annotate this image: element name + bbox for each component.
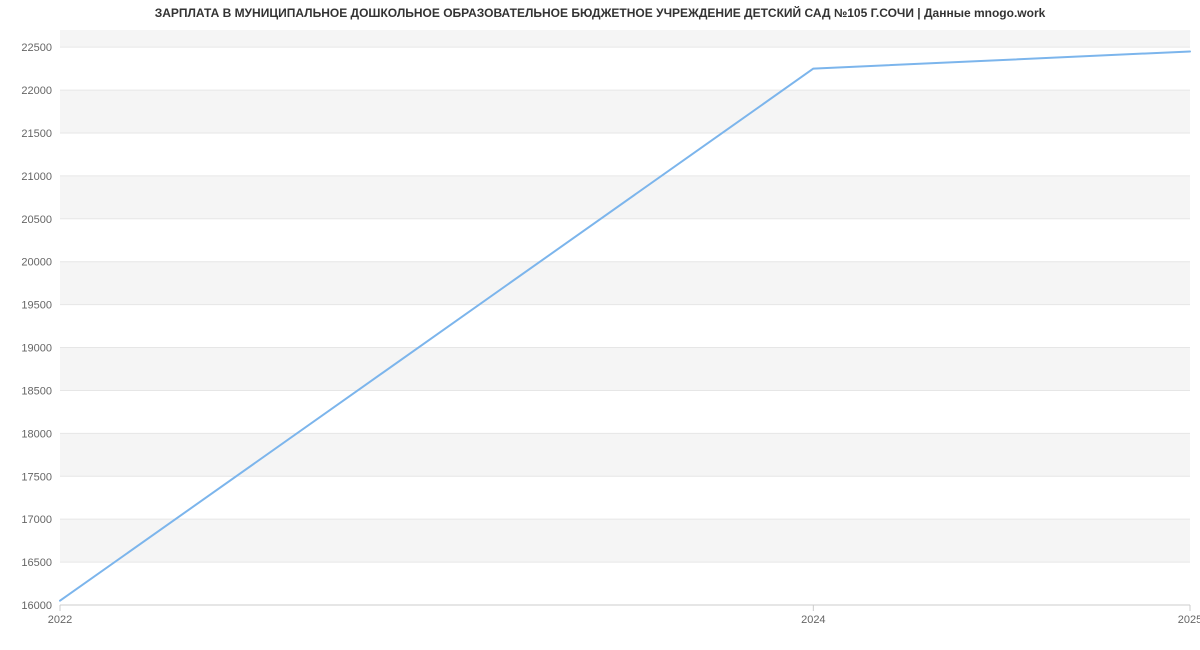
series-line [60, 51, 1190, 600]
y-tick-label: 17500 [21, 471, 52, 483]
grid-band [60, 176, 1190, 219]
grid-band [60, 30, 1190, 47]
chart-container: ЗАРПЛАТА В МУНИЦИПАЛЬНОЕ ДОШКОЛЬНОЕ ОБРА… [0, 0, 1200, 650]
x-tick-label: 2024 [801, 614, 825, 626]
chart-title: ЗАРПЛАТА В МУНИЦИПАЛЬНОЕ ДОШКОЛЬНОЕ ОБРА… [0, 6, 1200, 20]
grid-band [60, 90, 1190, 133]
y-tick-label: 21500 [21, 128, 52, 140]
grid-band [60, 348, 1190, 391]
y-tick-label: 21000 [21, 171, 52, 183]
y-tick-label: 20000 [21, 257, 52, 269]
y-tick-label: 18000 [21, 428, 52, 440]
y-tick-label: 20500 [21, 214, 52, 226]
y-tick-label: 17000 [21, 514, 52, 526]
x-tick-label: 2025 [1178, 614, 1200, 626]
y-tick-label: 22000 [21, 85, 52, 97]
y-tick-label: 22500 [21, 42, 52, 54]
x-tick-label: 2022 [48, 614, 72, 626]
y-tick-label: 16500 [21, 557, 52, 569]
grid-band [60, 519, 1190, 562]
y-tick-label: 19500 [21, 300, 52, 312]
grid-band [60, 262, 1190, 305]
y-tick-label: 16000 [21, 600, 52, 612]
y-tick-label: 19000 [21, 343, 52, 355]
y-tick-label: 18500 [21, 385, 52, 397]
grid-band [60, 433, 1190, 476]
chart-svg: 16000 16500 17000 17500 18000 18500 19000 19500… [0, 0, 1200, 650]
